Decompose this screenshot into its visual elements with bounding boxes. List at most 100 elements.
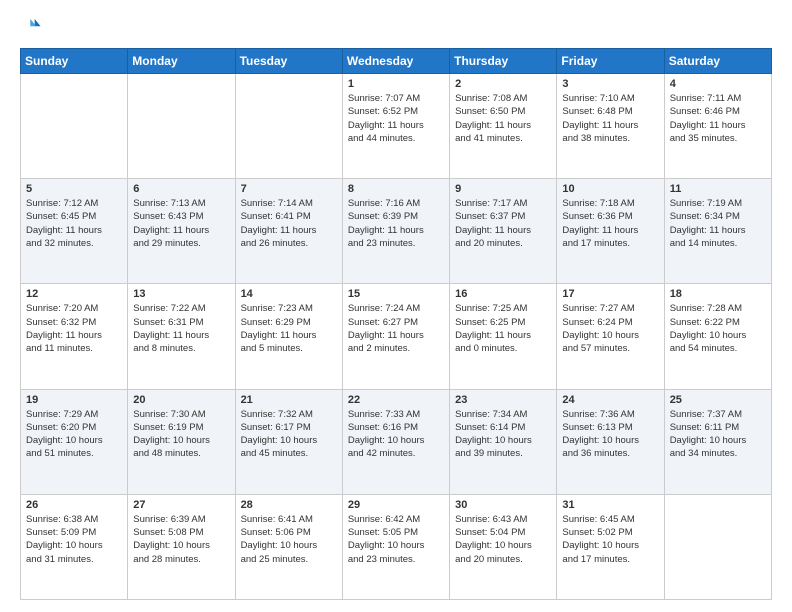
calendar-cell: 11 Sunrise: 7:19 AM Sunset: 6:34 PM Dayli… <box>664 179 771 284</box>
calendar-cell: 29Sunrise: 6:42 AM Sunset: 5:05 PM Dayli… <box>342 494 449 599</box>
calendar-cell: 6 Sunrise: 7:13 AM Sunset: 6:43 PM Daylig… <box>128 179 235 284</box>
calendar-cell: 28 Sunrise: 6:41 AM Sunset: 5:06 PM Dayli… <box>235 494 342 599</box>
day-info: Sunrise: 6:43 AM Sunset: 5:04 PM Dayligh… <box>455 513 551 566</box>
weekday-header-tuesday: Tuesday <box>235 49 342 74</box>
calendar-cell: 12 Sunrise: 7:20 AM Sunset: 6:32 PM Dayli… <box>21 284 128 389</box>
page: SundayMondayTuesdayWednesdayThursdayFrid… <box>0 0 792 612</box>
day-info: Sunrise: 7:32 AM Sunset: 6:17 PM Dayligh… <box>241 408 337 461</box>
calendar-cell: 5 Sunrise: 7:12 AM Sunset: 6:45 PM Daylig… <box>21 179 128 284</box>
day-info: Sunrise: 7:17 AM Sunset: 6:37 PM Dayligh… <box>455 197 551 250</box>
day-info: Sunrise: 7:27 AM Sunset: 6:24 PM Dayligh… <box>562 302 658 355</box>
day-number: 12 <box>26 288 122 300</box>
logo-icon <box>20 16 42 38</box>
day-info: Sunrise: 7:20 AM Sunset: 6:32 PM Dayligh… <box>26 302 122 355</box>
weekday-header-wednesday: Wednesday <box>342 49 449 74</box>
calendar-cell: 31 Sunrise: 6:45 AM Sunset: 5:02 PM Dayli… <box>557 494 664 599</box>
day-number: 31 <box>562 499 658 511</box>
calendar-cell: 13 Sunrise: 7:22 AM Sunset: 6:31 PM Dayli… <box>128 284 235 389</box>
day-number: 21 <box>241 394 337 406</box>
calendar-cell: 22 Sunrise: 7:33 AM Sunset: 6:16 PM Dayli… <box>342 389 449 494</box>
day-info: Sunrise: 7:23 AM Sunset: 6:29 PM Dayligh… <box>241 302 337 355</box>
calendar-cell: 27 Sunrise: 6:39 AM Sunset: 5:08 PM Dayli… <box>128 494 235 599</box>
calendar-cell <box>664 494 771 599</box>
day-info: Sunrise: 6:41 AM Sunset: 5:06 PM Dayligh… <box>241 513 337 566</box>
week-row-1: 1 Sunrise: 7:07 AM Sunset: 6:52 PM Daylig… <box>21 74 772 179</box>
day-info: Sunrise: 7:16 AM Sunset: 6:39 PM Dayligh… <box>348 197 444 250</box>
calendar-cell: 26 Sunrise: 6:38 AM Sunset: 5:09 PM Dayli… <box>21 494 128 599</box>
calendar: SundayMondayTuesdayWednesdayThursdayFrid… <box>20 48 772 600</box>
day-info: Sunrise: 6:38 AM Sunset: 5:09 PM Dayligh… <box>26 513 122 566</box>
weekday-header-monday: Monday <box>128 49 235 74</box>
calendar-cell: 16Sunrise: 7:25 AM Sunset: 6:25 PM Dayli… <box>450 284 557 389</box>
header <box>20 16 772 38</box>
week-row-5: 26 Sunrise: 6:38 AM Sunset: 5:09 PM Dayli… <box>21 494 772 599</box>
day-number: 6 <box>133 183 229 195</box>
calendar-cell: 18 Sunrise: 7:28 AM Sunset: 6:22 PM Dayli… <box>664 284 771 389</box>
calendar-cell: 9 Sunrise: 7:17 AM Sunset: 6:37 PM Daylig… <box>450 179 557 284</box>
calendar-cell: 23 Sunrise: 7:34 AM Sunset: 6:14 PM Dayli… <box>450 389 557 494</box>
day-info: Sunrise: 7:12 AM Sunset: 6:45 PM Dayligh… <box>26 197 122 250</box>
day-info: Sunrise: 7:18 AM Sunset: 6:36 PM Dayligh… <box>562 197 658 250</box>
day-info: Sunrise: 7:13 AM Sunset: 6:43 PM Dayligh… <box>133 197 229 250</box>
day-number: 23 <box>455 394 551 406</box>
day-number: 19 <box>26 394 122 406</box>
weekday-header-row: SundayMondayTuesdayWednesdayThursdayFrid… <box>21 49 772 74</box>
day-info: Sunrise: 7:30 AM Sunset: 6:19 PM Dayligh… <box>133 408 229 461</box>
day-info: Sunrise: 7:07 AM Sunset: 6:52 PM Dayligh… <box>348 92 444 145</box>
day-info: Sunrise: 6:45 AM Sunset: 5:02 PM Dayligh… <box>562 513 658 566</box>
calendar-cell: 2 Sunrise: 7:08 AM Sunset: 6:50 PM Daylig… <box>450 74 557 179</box>
day-number: 27 <box>133 499 229 511</box>
day-info: Sunrise: 7:36 AM Sunset: 6:13 PM Dayligh… <box>562 408 658 461</box>
calendar-cell: 8 Sunrise: 7:16 AM Sunset: 6:39 PM Daylig… <box>342 179 449 284</box>
day-number: 29 <box>348 499 444 511</box>
day-number: 15 <box>348 288 444 300</box>
calendar-cell: 3Sunrise: 7:10 AM Sunset: 6:48 PM Daylig… <box>557 74 664 179</box>
day-number: 17 <box>562 288 658 300</box>
day-number: 30 <box>455 499 551 511</box>
day-number: 22 <box>348 394 444 406</box>
calendar-cell: 1 Sunrise: 7:07 AM Sunset: 6:52 PM Daylig… <box>342 74 449 179</box>
day-number: 9 <box>455 183 551 195</box>
day-number: 25 <box>670 394 766 406</box>
weekday-header-thursday: Thursday <box>450 49 557 74</box>
day-info: Sunrise: 6:39 AM Sunset: 5:08 PM Dayligh… <box>133 513 229 566</box>
calendar-cell <box>21 74 128 179</box>
day-number: 11 <box>670 183 766 195</box>
day-number: 4 <box>670 78 766 90</box>
day-number: 2 <box>455 78 551 90</box>
day-info: Sunrise: 7:37 AM Sunset: 6:11 PM Dayligh… <box>670 408 766 461</box>
calendar-cell: 7 Sunrise: 7:14 AM Sunset: 6:41 PM Daylig… <box>235 179 342 284</box>
day-info: Sunrise: 7:08 AM Sunset: 6:50 PM Dayligh… <box>455 92 551 145</box>
day-number: 7 <box>241 183 337 195</box>
day-info: Sunrise: 7:33 AM Sunset: 6:16 PM Dayligh… <box>348 408 444 461</box>
day-number: 8 <box>348 183 444 195</box>
day-info: Sunrise: 7:22 AM Sunset: 6:31 PM Dayligh… <box>133 302 229 355</box>
day-info: Sunrise: 7:34 AM Sunset: 6:14 PM Dayligh… <box>455 408 551 461</box>
day-info: Sunrise: 7:24 AM Sunset: 6:27 PM Dayligh… <box>348 302 444 355</box>
day-number: 26 <box>26 499 122 511</box>
calendar-cell: 25 Sunrise: 7:37 AM Sunset: 6:11 PM Dayli… <box>664 389 771 494</box>
day-number: 1 <box>348 78 444 90</box>
calendar-cell: 20Sunrise: 7:30 AM Sunset: 6:19 PM Dayli… <box>128 389 235 494</box>
day-info: Sunrise: 7:29 AM Sunset: 6:20 PM Dayligh… <box>26 408 122 461</box>
day-number: 28 <box>241 499 337 511</box>
logo <box>20 16 46 38</box>
day-info: Sunrise: 7:14 AM Sunset: 6:41 PM Dayligh… <box>241 197 337 250</box>
calendar-cell: 24Sunrise: 7:36 AM Sunset: 6:13 PM Dayli… <box>557 389 664 494</box>
day-info: Sunrise: 7:25 AM Sunset: 6:25 PM Dayligh… <box>455 302 551 355</box>
calendar-cell <box>128 74 235 179</box>
day-number: 5 <box>26 183 122 195</box>
day-number: 18 <box>670 288 766 300</box>
weekday-header-saturday: Saturday <box>664 49 771 74</box>
calendar-cell <box>235 74 342 179</box>
calendar-cell: 19 Sunrise: 7:29 AM Sunset: 6:20 PM Dayli… <box>21 389 128 494</box>
day-info: Sunrise: 7:28 AM Sunset: 6:22 PM Dayligh… <box>670 302 766 355</box>
day-number: 13 <box>133 288 229 300</box>
day-info: Sunrise: 7:19 AM Sunset: 6:34 PM Dayligh… <box>670 197 766 250</box>
day-number: 10 <box>562 183 658 195</box>
calendar-cell: 21 Sunrise: 7:32 AM Sunset: 6:17 PM Dayli… <box>235 389 342 494</box>
week-row-4: 19 Sunrise: 7:29 AM Sunset: 6:20 PM Dayli… <box>21 389 772 494</box>
calendar-cell: 4Sunrise: 7:11 AM Sunset: 6:46 PM Daylig… <box>664 74 771 179</box>
calendar-cell: 15 Sunrise: 7:24 AM Sunset: 6:27 PM Dayli… <box>342 284 449 389</box>
calendar-cell: 14Sunrise: 7:23 AM Sunset: 6:29 PM Dayli… <box>235 284 342 389</box>
